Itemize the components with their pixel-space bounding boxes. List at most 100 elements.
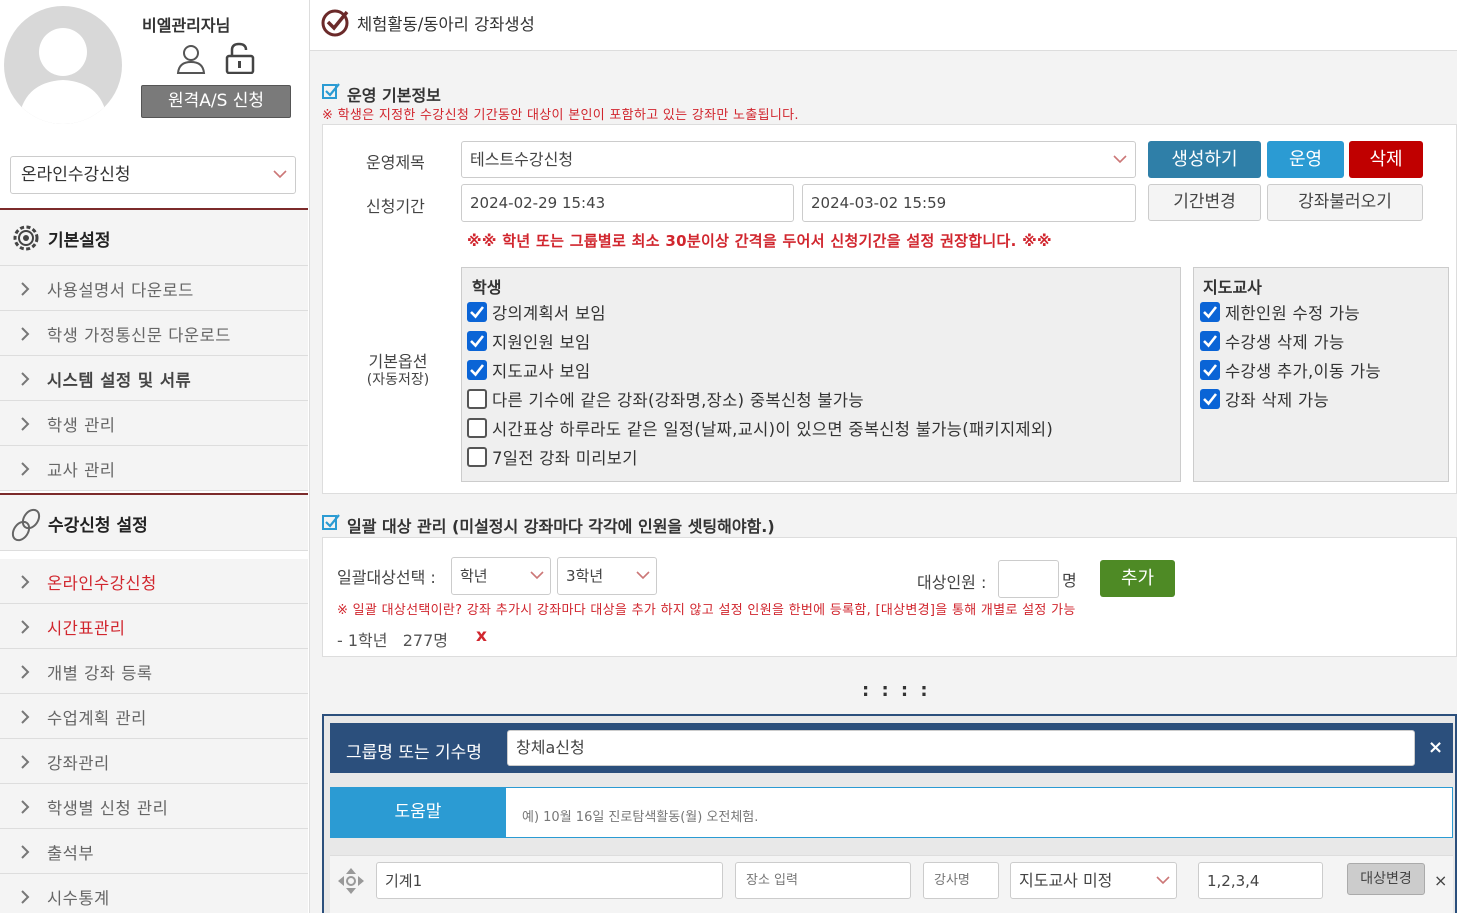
chevron-right-icon <box>20 462 30 476</box>
group-close-button[interactable]: × <box>1428 737 1443 758</box>
check-circle-icon <box>320 8 350 38</box>
user-name: 비엘관리자님 <box>142 16 231 35</box>
teacher-options-title: 지도교사 <box>1203 278 1262 297</box>
menu-label: 사용설명서 다운로드 <box>47 281 194 300</box>
bulk-grade-select[interactable]: 3학년 <box>557 557 657 595</box>
section-title-basic: 운영 기본정보 <box>347 86 441 105</box>
gear-icon <box>10 222 42 254</box>
option-label[interactable]: 제한인원 수정 가능 <box>1225 300 1360 324</box>
section-enrollment-settings[interactable]: 수강신청 설정 <box>0 493 308 551</box>
load-courses-button[interactable]: 강좌불러오기 <box>1267 184 1423 221</box>
section-title-bulk: 일괄 대상 관리 (미설정시 강좌마다 각각에 인원을 셋팅해야함.) <box>347 517 775 536</box>
option-label[interactable]: 강좌 삭제 가능 <box>1225 387 1329 411</box>
delete-button[interactable]: 삭제 <box>1349 141 1423 178</box>
remote-as-button[interactable]: 원격A/S 신청 <box>141 85 291 118</box>
avatar <box>4 6 122 124</box>
menu-item-manual-download[interactable]: 사용설명서 다운로드 <box>0 266 308 311</box>
start-date-input[interactable]: 2024-02-29 15:43 <box>461 184 794 222</box>
menu-label: 시스템 설정 및 서류 <box>47 371 192 390</box>
course-name-input[interactable]: 기계1 <box>376 862 723 899</box>
section-label: 수강신청 설정 <box>48 516 148 536</box>
name-select-value: 테스트수강신청 <box>470 150 574 169</box>
course-select-value: 온라인수강신청 <box>21 165 131 185</box>
checkbox-checked[interactable] <box>467 331 487 351</box>
option-label[interactable]: 다른 기수에 같은 강좌(강좌명,장소) 중복신청 불가능 <box>492 387 864 411</box>
menu-item-system-settings[interactable]: 시스템 설정 및 서류 <box>0 356 308 401</box>
section-label: 기본설정 <box>48 231 111 251</box>
checkbox-checked[interactable] <box>467 360 487 380</box>
menu-item-teacher-management[interactable]: 교사 관리 <box>0 446 308 491</box>
bulk-select-label: 일괄대상선택 : <box>337 568 436 587</box>
option-label[interactable]: 수강생 삭제 가능 <box>1225 329 1344 353</box>
bulk-type-value: 학년 <box>460 567 488 585</box>
chevron-right-icon <box>20 327 30 341</box>
option-label[interactable]: 지도교사 보임 <box>492 358 590 382</box>
place-input[interactable] <box>735 862 911 899</box>
checkbox-unchecked[interactable] <box>467 418 487 438</box>
instructor-input[interactable] <box>923 862 999 899</box>
checkbox-checked[interactable] <box>1200 331 1220 351</box>
checkbox-icon <box>322 513 340 531</box>
target-count-unit: 명 <box>1062 571 1077 590</box>
option-label[interactable]: 강의계획서 보임 <box>492 300 606 324</box>
period-notice-pre: ※※ 학년 또는 그룹별로 최소 <box>467 232 666 250</box>
periods-input[interactable]: 1,2,3,4 <box>1198 862 1323 899</box>
menu-item-timetable[interactable]: 시간표관리 <box>0 604 308 649</box>
menu-label: 개별 강좌 등록 <box>47 664 153 683</box>
help-label: 도움말 <box>330 787 506 838</box>
menu-item-attendance[interactable]: 출석부 <box>0 829 308 874</box>
add-target-button[interactable]: 추가 <box>1100 560 1175 597</box>
option-label[interactable]: 지원인원 보임 <box>492 329 590 353</box>
chevron-right-icon <box>20 665 30 679</box>
bulk-type-select[interactable]: 학년 <box>451 557 551 595</box>
menu-item-student-enrollment[interactable]: 학생별 신청 관리 <box>0 784 308 829</box>
menu-item-student-management[interactable]: 학생 관리 <box>0 401 308 446</box>
group-label: 그룹명 또는 기수명 <box>346 743 482 763</box>
menu-item-course-register[interactable]: 개별 강좌 등록 <box>0 649 308 694</box>
option-label[interactable]: 수강생 추가,이동 가능 <box>1225 358 1381 382</box>
move-icon[interactable] <box>336 866 366 896</box>
menu-label: 온라인수강신청 <box>47 574 157 593</box>
chevron-right-icon <box>20 372 30 386</box>
menu-item-online-enrollment[interactable]: 온라인수강신청 <box>0 559 308 604</box>
user-icon[interactable] <box>175 43 207 75</box>
section-basic-settings[interactable]: 기본설정 <box>0 208 308 266</box>
checkbox-unchecked[interactable] <box>467 389 487 409</box>
checkbox-checked[interactable] <box>1200 302 1220 322</box>
menu-label: 출석부 <box>47 844 95 863</box>
menu-label: 학생별 신청 관리 <box>47 799 169 818</box>
create-button[interactable]: 생성하기 <box>1148 141 1261 178</box>
menu-item-lesson-plan[interactable]: 수업계획 관리 <box>0 694 308 739</box>
name-label: 운영제목 <box>366 153 425 172</box>
group-name-input[interactable]: 창체a신청 <box>507 730 1415 766</box>
unlock-icon[interactable] <box>225 42 255 74</box>
divider <box>310 50 1457 51</box>
end-date-input[interactable]: 2024-03-02 15:59 <box>802 184 1136 222</box>
checkbox-checked[interactable] <box>1200 389 1220 409</box>
checkbox-unchecked[interactable] <box>467 447 487 467</box>
target-count-input[interactable] <box>998 560 1059 598</box>
checkbox-checked[interactable] <box>467 302 487 322</box>
menu-label: 수업계획 관리 <box>47 709 147 728</box>
bulk-panel <box>322 537 1457 657</box>
menu-item-course-management[interactable]: 강좌관리 <box>0 739 308 784</box>
options-sublabel: (자동저장) <box>366 372 430 388</box>
option-label[interactable]: 7일전 강좌 미리보기 <box>492 445 638 469</box>
checkbox-checked[interactable] <box>1200 360 1220 380</box>
menu-item-letter-download[interactable]: 학생 가정통신문 다운로드 <box>0 311 308 356</box>
run-button[interactable]: 운영 <box>1267 141 1344 178</box>
name-select[interactable]: 테스트수강신청 <box>461 141 1136 178</box>
chevron-right-icon <box>20 710 30 724</box>
chevron-down-icon <box>636 570 650 580</box>
change-period-button[interactable]: 기간변경 <box>1148 184 1261 221</box>
menu-label: 시수통계 <box>47 889 110 908</box>
menu-item-hours-stats[interactable]: 시수통계 <box>0 874 308 913</box>
option-label[interactable]: 시간표상 하루라도 같은 일정(날짜,교시)이 있으면 중복신청 불가능(패키지… <box>492 416 1053 440</box>
remove-row-button[interactable]: × <box>1434 871 1447 890</box>
advisor-select[interactable]: 지도교사 미정 <box>1010 862 1177 899</box>
remove-entry-button[interactable]: x <box>476 626 487 646</box>
change-target-button[interactable]: 대상변경 <box>1347 863 1425 895</box>
course-select[interactable]: 온라인수강신청 <box>10 156 296 194</box>
checkbox-icon <box>322 82 340 100</box>
drag-divider[interactable]: : : : : <box>862 680 931 701</box>
